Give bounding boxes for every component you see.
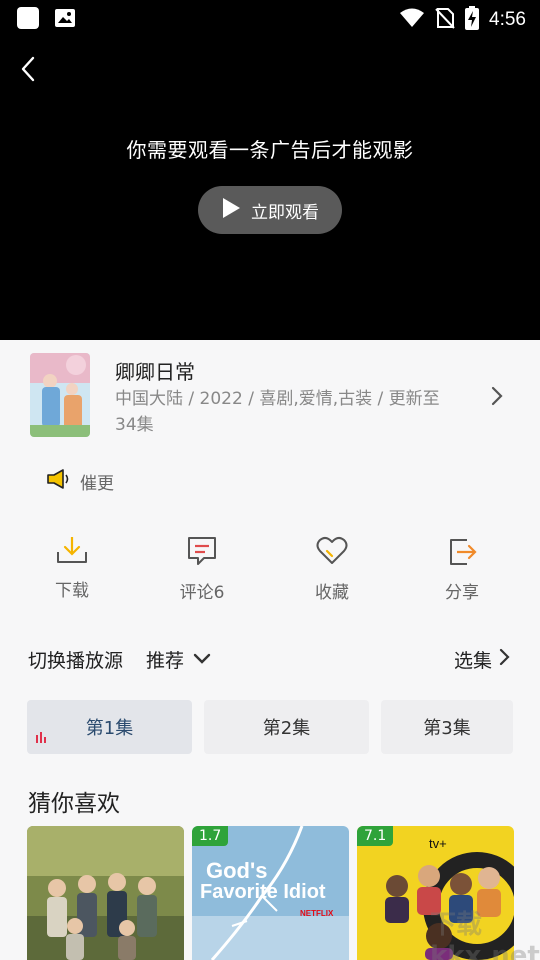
share-icon [412, 534, 512, 568]
episode-label: 第1集 [85, 718, 134, 739]
show-poster[interactable] [30, 353, 90, 437]
comment-label: 评论6 [179, 583, 225, 603]
urge-label: 催更 [80, 474, 114, 494]
source-value: 推荐 [146, 650, 185, 672]
select-episode-button[interactable]: 选集 [454, 646, 512, 673]
action-bar: 下载 评论6 收藏 分享 [0, 534, 540, 614]
svg-text:tv+: tv+ [429, 836, 447, 851]
megaphone-icon [46, 468, 72, 495]
source-row: 切换播放源 推荐 选集 [28, 646, 512, 672]
show-title: 卿卿日常 [115, 360, 195, 384]
recommend-card[interactable] [27, 826, 184, 960]
play-icon [221, 197, 241, 224]
battery-charging-icon [465, 6, 480, 34]
download-icon [22, 534, 122, 566]
favorite-label: 收藏 [315, 583, 349, 603]
episode-label: 第2集 [262, 718, 311, 739]
show-detail-button[interactable] [488, 384, 506, 412]
status-bar: 4:56 [0, 0, 540, 36]
back-button[interactable] [14, 54, 44, 84]
episode-item[interactable]: 第2集 [204, 700, 369, 754]
image-notification-icon [54, 7, 76, 33]
show-meta: 中国大陆 / 2022 / 喜剧,爱情,古装 / 更新至34集 [115, 389, 440, 435]
video-player[interactable]: 4:56 你需要观看一条广告后才能观影 立即观看 [0, 0, 540, 340]
recommend-heading: 猜你喜欢 [28, 791, 120, 817]
recommend-card[interactable]: 1.7 God's Favorite Idiot NETFLIX [192, 826, 349, 960]
episode-label: 第3集 [423, 718, 471, 739]
rating-badge: 7.1 [357, 826, 394, 846]
watermark: 下载 kkx.net [430, 910, 540, 960]
source-dropdown[interactable]: 推荐 [146, 646, 212, 673]
playing-indicator-icon [35, 727, 47, 748]
select-episode-label: 选集 [453, 650, 492, 672]
urge-update-button[interactable]: 催更 [46, 468, 114, 495]
chevron-right-icon [488, 386, 506, 412]
svg-text:Favorite Idiot: Favorite Idiot [200, 881, 326, 903]
favorite-button[interactable]: 收藏 [282, 534, 382, 603]
watch-now-label: 立即观看 [251, 202, 319, 223]
comment-button[interactable]: 评论6 [152, 534, 252, 603]
chevron-left-icon [14, 56, 44, 88]
heart-icon [282, 534, 382, 568]
card-poster: God's Favorite Idiot NETFLIX [192, 826, 349, 960]
download-button[interactable]: 下载 [22, 534, 122, 601]
switch-source-label: 切换播放源 [28, 650, 124, 672]
share-button[interactable]: 分享 [412, 534, 512, 603]
svg-text:NETFLIX: NETFLIX [300, 909, 334, 918]
rating-badge: 1.7 [192, 826, 229, 846]
ad-message: 你需要观看一条广告后才能观影 [126, 138, 414, 162]
wifi-icon [399, 7, 425, 33]
poster-title: God's [206, 858, 267, 883]
episode-item[interactable]: 第3集 [381, 700, 513, 754]
no-sim-icon [435, 7, 455, 33]
card-poster [27, 826, 184, 960]
episode-item[interactable]: 第1集 [27, 700, 192, 754]
status-time: 4:56 [489, 9, 526, 30]
comment-icon [152, 534, 252, 568]
watch-now-button[interactable]: 立即观看 [198, 186, 342, 234]
share-label: 分享 [445, 583, 479, 603]
chevron-right-icon [498, 647, 512, 672]
chevron-down-icon [192, 649, 212, 671]
app-notification-icon [16, 6, 40, 34]
download-label: 下载 [55, 581, 89, 601]
